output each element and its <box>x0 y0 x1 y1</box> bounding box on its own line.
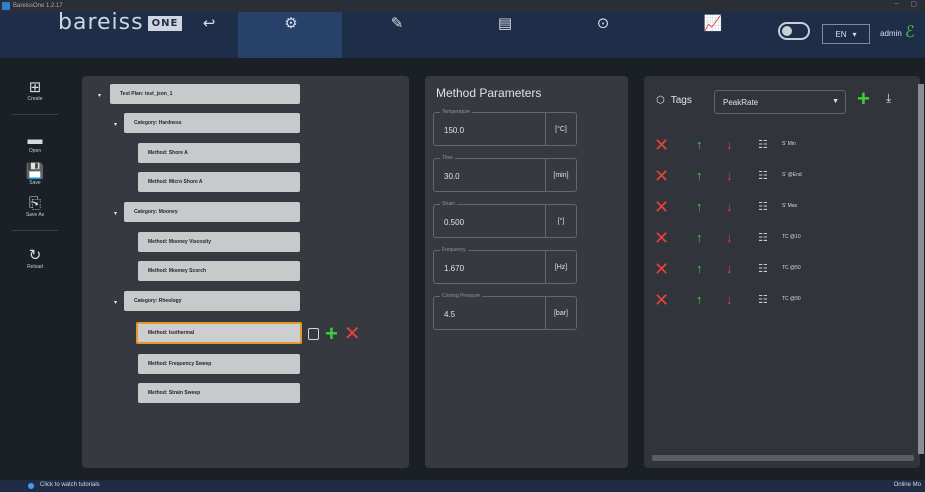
tree-category-node[interactable]: Category: Hardness <box>124 113 300 133</box>
tag-select[interactable]: PeakRate ▼ <box>714 90 846 114</box>
expand-icon[interactable]: ▾ <box>114 210 117 217</box>
time-field[interactable]: Time 30.0 [min] <box>433 155 577 192</box>
method-parameters-title: Method Parameters <box>436 86 542 100</box>
user-status-icon: ℰ <box>905 24 915 41</box>
minimize-button[interactable]: – <box>894 0 898 8</box>
expand-icon[interactable]: ▾ <box>114 299 117 306</box>
status-bar: Click to watch tutorials Online Mo <box>0 480 925 492</box>
save-as-icon: ⎘ <box>28 195 41 212</box>
tree-method-node[interactable]: Method: Micro Shore A <box>138 172 300 192</box>
chevron-down-icon: ▾ <box>852 29 857 39</box>
arrow-down-icon[interactable]: ↓ <box>726 228 733 248</box>
tune-icon[interactable]: ☷ <box>758 290 768 310</box>
create-icon: ⊞ <box>28 79 42 96</box>
tag-row: ✕ ↑ ↓ ☷ TC @10 <box>654 228 801 248</box>
tree-method-node[interactable]: Method: Strain Sweep <box>138 383 300 403</box>
remove-tag-icon[interactable]: ✕ <box>654 228 669 248</box>
bareiss-logo: bareiss ONE <box>58 10 183 35</box>
tree-method-node[interactable]: Method: Shore A <box>138 143 300 163</box>
chevron-down-icon: ▼ <box>832 98 839 105</box>
arrow-up-icon[interactable]: ↑ <box>696 197 703 217</box>
arrow-up-icon[interactable]: ↑ <box>696 259 703 279</box>
reload-button[interactable]: ↻ Reload <box>14 247 56 271</box>
tune-icon[interactable]: ☷ <box>758 166 768 186</box>
window-title: BareissOne 1.2.17 <box>13 3 63 9</box>
document-icon[interactable]: ▤ <box>492 10 518 36</box>
arrow-down-icon[interactable]: ↓ <box>726 259 733 279</box>
theme-toggle[interactable] <box>778 22 810 40</box>
gear-icon[interactable]: ⚙ <box>278 10 304 36</box>
tree-category-node[interactable]: Category: Mooney <box>124 202 300 222</box>
login-icon[interactable]: ↩ <box>196 10 222 36</box>
sidebar-divider <box>12 230 58 231</box>
remove-tag-icon[interactable]: ✕ <box>654 166 669 186</box>
horizontal-scrollbar[interactable] <box>652 455 914 461</box>
tune-icon[interactable]: ☷ <box>758 197 768 217</box>
reload-icon: ↻ <box>28 247 42 264</box>
tree-plan-node[interactable]: Test Plan: test_json_1 <box>110 84 300 104</box>
arrow-down-icon[interactable]: ↓ <box>726 166 733 186</box>
tree-method-node[interactable]: Method: Mooney Viscosity <box>138 232 300 252</box>
tree-method-node[interactable]: Method: Frequency Sweep <box>138 354 300 374</box>
arrow-down-icon[interactable]: ↓ <box>726 197 733 217</box>
save-as-button[interactable]: ⎘ Save As <box>14 195 56 219</box>
tag-row: ✕ ↑ ↓ ☷ S' Max <box>654 197 798 217</box>
tag-row: ✕ ↑ ↓ ☷ S' @End <box>654 166 802 186</box>
tag-row: ✕ ↑ ↓ ☷ TC @50 <box>654 259 801 279</box>
tags-label: Tags <box>670 95 692 106</box>
tune-icon[interactable]: ☷ <box>758 135 768 155</box>
app-icon <box>2 2 10 10</box>
arrow-down-icon[interactable]: ↓ <box>726 290 733 310</box>
copy-icon[interactable] <box>308 328 319 340</box>
user-name[interactable]: admin <box>880 29 902 38</box>
tags-header: ⬡ Tags <box>656 95 692 106</box>
arrow-up-icon[interactable]: ↑ <box>696 135 703 155</box>
syringe-icon[interactable]: ✎ <box>384 10 410 36</box>
vertical-scrollbar[interactable] <box>918 84 924 454</box>
open-button[interactable]: ▬ Open <box>14 131 56 155</box>
tag-icon: ⬡ <box>656 95 665 106</box>
tree-method-node-selected[interactable]: Method: Isothermal <box>136 322 302 344</box>
language-select[interactable]: EN ▾ <box>822 24 870 44</box>
arrow-up-icon[interactable]: ↑ <box>696 166 703 186</box>
maximize-button[interactable]: ▢ <box>910 0 917 8</box>
remove-tag-icon[interactable]: ✕ <box>654 259 669 279</box>
download-icon[interactable]: ⤓ <box>886 91 891 106</box>
tree-method-node[interactable]: Method: Mooney Scorch <box>138 261 300 281</box>
tune-icon[interactable]: ☷ <box>758 259 768 279</box>
delete-icon[interactable]: ✕ <box>344 324 361 344</box>
online-mode-label: Online Mo <box>893 482 921 488</box>
closing-pressure-field[interactable]: Closing Pressure 4.5 [bar] <box>433 293 577 330</box>
tree-category-node[interactable]: Category: Rheology <box>124 291 300 311</box>
arrow-down-icon[interactable]: ↓ <box>726 135 733 155</box>
tag-row: ✕ ↑ ↓ ☷ S' Min <box>654 135 796 155</box>
temperature-field[interactable]: Temperature 150.0 [°C] <box>433 109 577 146</box>
remove-tag-icon[interactable]: ✕ <box>654 197 669 217</box>
frequency-field[interactable]: Frequency 1.670 [Hz] <box>433 247 577 284</box>
sidebar-divider <box>12 114 58 115</box>
node-actions: + ✕ <box>308 323 361 345</box>
chart-icon[interactable]: 📈 <box>700 10 726 36</box>
expand-icon[interactable]: ▾ <box>114 121 117 128</box>
tag-row: ✕ ↑ ↓ ☷ TC @90 <box>654 290 801 310</box>
folder-icon: ▬ <box>27 131 43 148</box>
create-button[interactable]: ⊞ Create <box>14 79 56 103</box>
play-icon[interactable]: ⊙ <box>590 10 616 36</box>
tutorial-link[interactable]: Click to watch tutorials <box>40 482 100 488</box>
add-tag-icon[interactable]: + <box>857 86 870 112</box>
arrow-up-icon[interactable]: ↑ <box>696 228 703 248</box>
strain-field[interactable]: Strain 0.500 [°] <box>433 201 577 238</box>
save-icon: 💾 <box>25 163 45 180</box>
info-icon <box>28 483 34 489</box>
remove-tag-icon[interactable]: ✕ <box>654 135 669 155</box>
tune-icon[interactable]: ☷ <box>758 228 768 248</box>
save-button[interactable]: 💾 Save <box>14 163 56 187</box>
arrow-up-icon[interactable]: ↑ <box>696 290 703 310</box>
remove-tag-icon[interactable]: ✕ <box>654 290 669 310</box>
expand-icon[interactable]: ▾ <box>98 92 101 99</box>
add-icon[interactable]: + <box>325 323 338 345</box>
